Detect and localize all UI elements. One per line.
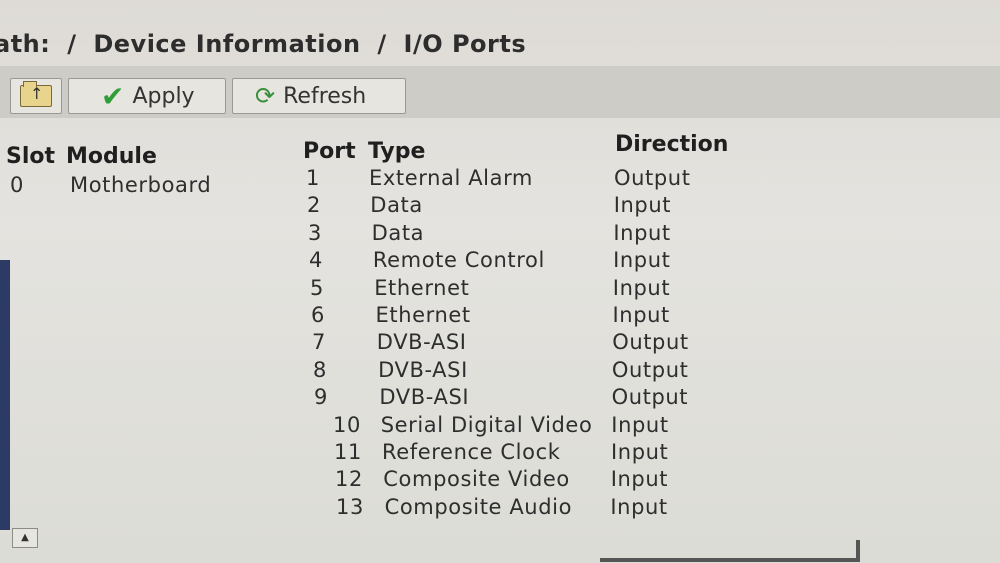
- port-number-cell: 6: [311, 303, 325, 327]
- type-header: Type: [368, 139, 426, 164]
- port-type-cell: Ethernet: [374, 275, 470, 300]
- module-cell[interactable]: Motherboard: [70, 173, 211, 197]
- port-number-cell: 11: [334, 440, 362, 464]
- breadcrumb-separator: /: [377, 30, 387, 58]
- toolbar: ✔ Apply ⟳ Refresh: [0, 66, 1000, 118]
- apply-button[interactable]: ✔ Apply: [68, 78, 226, 114]
- breadcrumb: ath: / Device Information / I/O Ports: [0, 30, 534, 58]
- port-direction-cell: Input: [613, 248, 671, 273]
- direction-header: Direction: [615, 132, 729, 157]
- slot-header: Slot: [6, 144, 56, 169]
- port-number-cell: 12: [335, 467, 363, 492]
- breadcrumb-io-ports: I/O Ports: [403, 30, 527, 58]
- left-panel-edge: [0, 260, 10, 530]
- port-direction-cell: Output: [611, 385, 689, 410]
- port-number-cell: 13: [336, 494, 364, 519]
- port-type-cell: DVB-ASI: [376, 330, 467, 355]
- port-type-cell: Serial Digital Video: [380, 412, 593, 437]
- port-type-cell: Reference Clock: [382, 440, 561, 464]
- port-number-cell: 10: [333, 412, 361, 437]
- folder-up-icon: [20, 81, 52, 107]
- breadcrumb-device-information[interactable]: Device Information: [93, 30, 360, 58]
- port-number-cell: 2: [307, 193, 321, 218]
- port-direction-cell: Input: [613, 220, 671, 245]
- port-direction-cell: Output: [612, 330, 689, 355]
- port-number-cell: 5: [310, 275, 324, 300]
- port-direction-cell: Output: [614, 166, 691, 190]
- refresh-icon: ⟳: [255, 82, 276, 110]
- scroll-up-button[interactable]: ▲: [12, 528, 38, 548]
- port-type-cell: Composite Audio: [384, 494, 573, 519]
- refresh-label: Refresh: [283, 83, 367, 109]
- window-border: [600, 558, 860, 562]
- port-type-cell: Data: [370, 193, 423, 218]
- slot-cell: 0: [10, 173, 24, 197]
- port-number-cell: 1: [306, 166, 320, 190]
- port-direction-cell: Input: [612, 275, 671, 300]
- port-direction-cell: Input: [612, 303, 670, 327]
- port-type-cell: Remote Control: [372, 248, 545, 273]
- port-header: Port: [303, 139, 356, 164]
- port-type-cell: Ethernet: [375, 303, 471, 327]
- check-icon: ✔: [101, 79, 125, 113]
- port-direction-cell: Input: [613, 193, 672, 218]
- port-number-cell: 3: [308, 220, 322, 245]
- port-type-cell: Composite Video: [383, 467, 570, 492]
- apply-label: Apply: [132, 83, 195, 109]
- module-header: Module: [66, 144, 157, 169]
- io-ports-window: ath: / Device Information / I/O Ports ✔ …: [0, 0, 1000, 563]
- port-type-cell: Data: [371, 220, 425, 245]
- port-number-cell: 7: [312, 330, 326, 355]
- port-direction-cell: Input: [610, 494, 668, 519]
- breadcrumb-prefix: ath:: [0, 30, 51, 58]
- port-direction-cell: Input: [611, 440, 669, 464]
- port-direction-cell: Output: [611, 357, 689, 382]
- port-type-cell: DVB-ASI: [379, 385, 470, 410]
- port-direction-cell: Input: [610, 467, 669, 492]
- port-type-cell: External Alarm: [369, 166, 533, 190]
- refresh-button[interactable]: ⟳ Refresh: [232, 78, 406, 114]
- folder-up-button[interactable]: [10, 78, 62, 114]
- breadcrumb-separator: /: [67, 30, 77, 58]
- port-number-cell: 8: [313, 357, 327, 382]
- port-number-cell: 4: [309, 248, 323, 273]
- port-number-cell: 9: [314, 385, 328, 410]
- port-type-cell: DVB-ASI: [378, 357, 468, 382]
- port-direction-cell: Input: [611, 412, 669, 437]
